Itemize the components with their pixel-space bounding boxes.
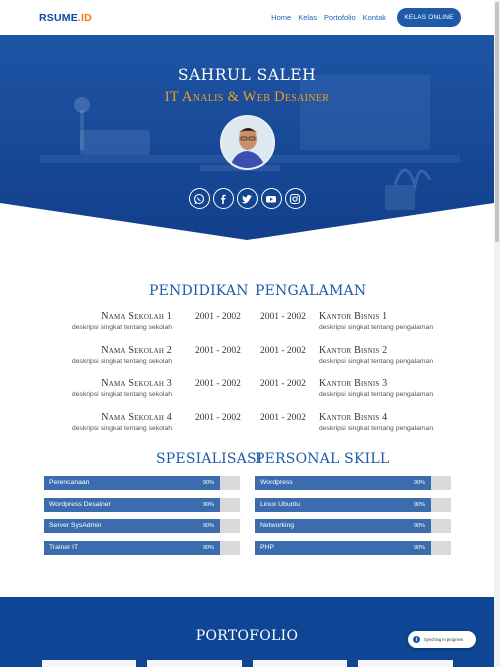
pengalaman-item-year: 2001 - 2002 [260, 346, 306, 356]
nav-link-home[interactable]: Home [271, 13, 291, 22]
pengalaman-item-name: Kantor Bisnis 1 [319, 311, 388, 322]
pengalaman-title: PENGALAMAN [255, 283, 367, 299]
pengalaman-item-desc: deskripsi singkat tentang pengalaman [319, 358, 434, 365]
skill-bar-label: Server SysAdmin [49, 522, 102, 529]
nav-link-kontak[interactable]: Kontak [363, 13, 386, 22]
navbar: RSUME.ID Home Kelas Portofolio Kontak KE… [0, 0, 494, 35]
pendidikan-item-name: Nama Sekolah 2 [101, 345, 172, 356]
skill-bar-label: Linux Ubuntu [260, 501, 301, 508]
skill-bar-pct: 90% [414, 523, 426, 529]
nav-links: Home Kelas Portofolio Kontak KELAS ONLIN… [264, 8, 461, 27]
skill-bar: Networking 90% [255, 519, 451, 533]
skill-bar-pct: 90% [203, 502, 215, 508]
scrollbar-thumb[interactable] [495, 2, 499, 242]
vertical-scrollbar[interactable] [494, 0, 500, 667]
skill-bar-pct: 90% [414, 502, 426, 508]
pendidikan-item-name: Nama Sekolah 3 [101, 378, 172, 389]
social-links [0, 188, 494, 209]
skill-bar-pct: 90% [203, 523, 215, 529]
skill-bar-pct: 90% [414, 545, 426, 551]
hero-section: SAHRUL SALEH IT Analis & Web Desainer [0, 35, 494, 240]
pendidikan-item-desc: deskripsi singkat tentang sekolah [71, 358, 172, 365]
pengalaman-item-desc: deskripsi singkat tentang pengalaman [319, 425, 434, 432]
skill-bar-label: Wordpress [260, 479, 293, 486]
pengalaman-item-year: 2001 - 2002 [260, 312, 306, 322]
twitter-icon[interactable] [236, 188, 258, 209]
nav-link-portofolio[interactable]: Portofolio [324, 13, 356, 22]
info-icon: i [413, 636, 420, 643]
sync-status-text: Synching in progress [424, 637, 464, 642]
instagram-icon[interactable] [284, 188, 306, 209]
pendidikan-item-year: 2001 - 2002 [195, 413, 241, 423]
skill-bar: Perencanaan 90% [44, 476, 240, 490]
logo-suffix: ID [81, 11, 92, 24]
pengalaman-item-name: Kantor Bisnis 3 [319, 378, 388, 389]
portfolio-thumbnail[interactable] [253, 660, 347, 667]
logo-text: RSUME [39, 11, 78, 24]
nav-link-kelas[interactable]: Kelas [298, 13, 317, 22]
skill-bar-pct: 90% [203, 545, 215, 551]
pengalaman-item-name: Kantor Bisnis 4 [319, 412, 388, 423]
pendidikan-item-name: Nama Sekolah 1 [101, 311, 172, 322]
pendidikan-item-desc: deskripsi singkat tentang sekolah [71, 324, 172, 331]
skill-bar-label: PHP [260, 544, 274, 551]
pendidikan-item-year: 2001 - 2002 [195, 312, 241, 322]
personal-skill-title: PERSONAL SKILL [255, 451, 390, 467]
pengalaman-item-year: 2001 - 2002 [260, 413, 306, 423]
skill-bar-fill [255, 541, 431, 555]
kelas-online-button[interactable]: KELAS ONLINE [397, 8, 461, 27]
facebook-icon[interactable] [212, 188, 234, 209]
avatar [220, 115, 275, 170]
skill-bar-label: Trainer IT [49, 544, 79, 551]
pendidikan-item-desc: deskripsi singkat tentang sekolah [71, 391, 172, 398]
hero-name: SAHRUL SALEH [177, 66, 317, 84]
skill-bar: PHP 90% [255, 541, 451, 555]
pengalaman-item-year: 2001 - 2002 [260, 379, 306, 389]
skill-bar-label: Perencanaan [49, 479, 90, 486]
site-logo[interactable]: RSUME.ID [39, 12, 92, 24]
youtube-icon[interactable] [260, 188, 282, 209]
spesialisasi-title: SPESIALISASI [156, 451, 263, 467]
skill-bar: Server SysAdmin 90% [44, 519, 240, 533]
whatsapp-icon[interactable] [188, 188, 210, 209]
pendidikan-title: PENDIDIKAN [149, 283, 249, 299]
pengalaman-item-desc: deskripsi singkat tentang pengalaman [319, 391, 434, 398]
pendidikan-item-name: Nama Sekolah 4 [101, 412, 172, 423]
hero-title: IT Analis & Web Desainer [164, 89, 330, 105]
sync-status-toast[interactable]: i Synching in progress [408, 631, 476, 648]
pendidikan-item-year: 2001 - 2002 [195, 379, 241, 389]
skill-bar: Wordpress 90% [255, 476, 451, 490]
skill-bar-label: Wordpress Desainer [49, 501, 111, 508]
pendidikan-item-year: 2001 - 2002 [195, 346, 241, 356]
pengalaman-item-name: Kantor Bisnis 2 [319, 345, 388, 356]
skill-bar-label: Networking [260, 522, 294, 529]
pendidikan-item-desc: deskripsi singkat tentang sekolah [71, 425, 172, 432]
skill-bar: Linux Ubuntu 90% [255, 498, 451, 512]
skill-bar-pct: 90% [203, 480, 215, 486]
skill-bar: Wordpress Desainer 90% [44, 498, 240, 512]
skill-bar-pct: 90% [414, 480, 426, 486]
skill-bar: Trainer IT 90% [44, 541, 240, 555]
portfolio-thumbnail[interactable] [147, 660, 242, 667]
portfolio-thumbnail[interactable] [42, 660, 136, 667]
portfolio-thumbnail[interactable] [358, 660, 453, 667]
pengalaman-item-desc: deskripsi singkat tentang pengalaman [319, 324, 434, 331]
